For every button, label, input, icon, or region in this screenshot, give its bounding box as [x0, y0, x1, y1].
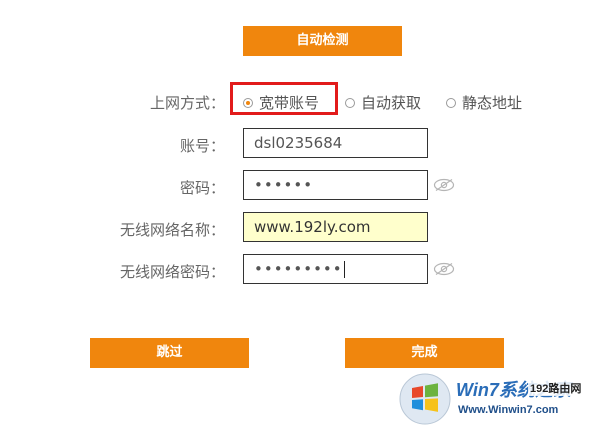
wifi-password-field[interactable]: ••••••••• — [243, 254, 428, 284]
finish-button[interactable]: 完成 — [345, 338, 504, 368]
watermark-badge: 192路由网 — [528, 380, 584, 396]
radio-label: 自动获取 — [361, 94, 422, 112]
windows-logo-icon — [399, 373, 451, 425]
watermark: Win7系统之家 Www.Winwin7.com 192路由网 — [398, 370, 600, 427]
radio-selected-icon — [243, 97, 253, 108]
radio-static-address[interactable]: 静态地址 — [446, 92, 522, 113]
radio-auto-obtain[interactable]: 自动获取 — [345, 92, 421, 113]
password-field[interactable]: •••••• — [243, 170, 428, 200]
wifi-name-label: 无线网络名称： — [119, 221, 225, 239]
watermark-url: Www.Winwin7.com — [458, 404, 559, 416]
account-field[interactable]: dsl0235684 — [243, 128, 428, 158]
radio-label: 静态地址 — [462, 94, 523, 112]
skip-button[interactable]: 跳过 — [90, 338, 249, 368]
wifi-password-label: 无线网络密码： — [119, 263, 225, 281]
radio-label: 宽带账号 — [259, 94, 320, 112]
auto-detect-button[interactable]: 自动检测 — [243, 26, 402, 56]
text-caret — [343, 261, 345, 278]
show-password-icon[interactable] — [433, 178, 455, 192]
radio-unselected-icon — [446, 97, 456, 108]
radio-broadband-account[interactable]: 宽带账号 — [243, 92, 319, 113]
wifi-name-field[interactable]: www.192ly.com — [243, 212, 428, 242]
password-label: 密码： — [179, 179, 225, 197]
radio-unselected-icon — [345, 97, 355, 108]
wifi-password-value: ••••••••• — [254, 260, 343, 278]
account-label: 账号： — [179, 137, 225, 155]
connection-type-label: 上网方式： — [149, 94, 225, 112]
show-wifi-password-icon[interactable] — [433, 262, 455, 276]
